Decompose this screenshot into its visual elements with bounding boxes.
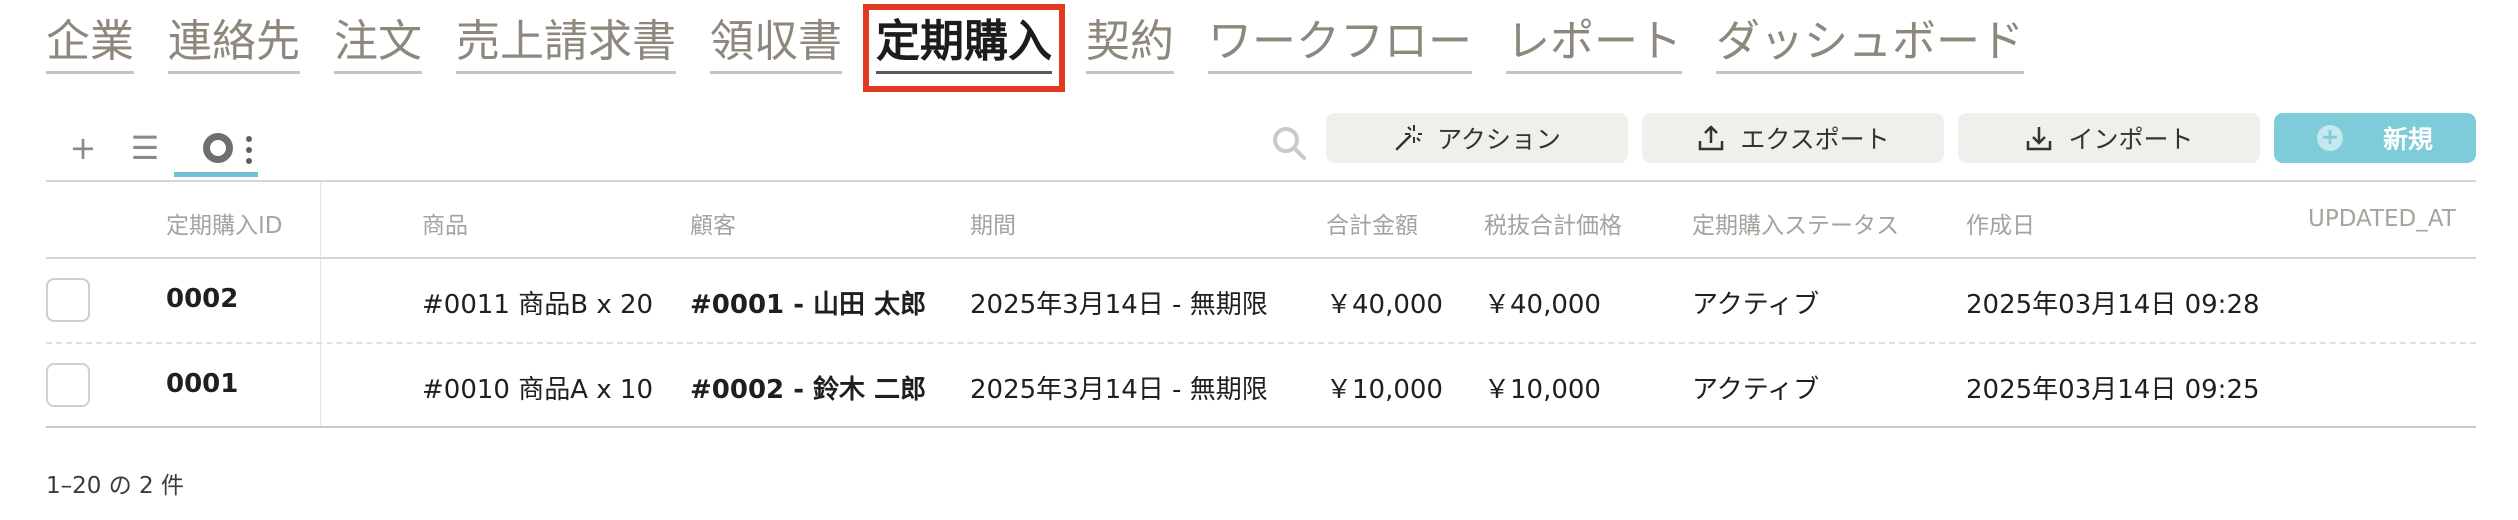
row-checkbox[interactable] <box>46 363 90 407</box>
cell-product: #0011 商品B x 20 <box>422 290 654 320</box>
active-view-underline <box>174 172 258 177</box>
cell-product: #0010 商品A x 10 <box>422 375 654 405</box>
nav-item-subscriptions-wrapper: 定期購入 <box>863 4 1065 92</box>
nav-item-workflows[interactable]: ワークフロー <box>1208 10 1472 74</box>
plus-icon: + <box>69 129 97 167</box>
pagination-count: 1–20 の 2 件 <box>46 473 184 499</box>
cell-created: 2025年03月14日 09:25 <box>1966 375 2260 405</box>
cell-total: ￥40,000 <box>1326 290 1443 320</box>
nav-item-invoices[interactable]: 売上請求書 <box>456 10 676 74</box>
cell-period: 2025年3月14日 - 無期限 <box>970 375 1268 405</box>
table-row[interactable]: 0002 #0011 商品B x 20 #0001 - 山田 太郎 2025年3… <box>46 260 2476 342</box>
column-header-updated-at[interactable]: UPDATED_AT <box>2308 206 2456 232</box>
circle-view-icon <box>203 133 233 163</box>
cell-customer[interactable]: #0001 - 山田 太郎 <box>690 284 926 321</box>
column-header-total[interactable]: 合計金額 <box>1326 206 1418 240</box>
default-view-tab[interactable] <box>176 118 260 178</box>
list-icon: ☰ <box>130 129 160 167</box>
column-header-status[interactable]: 定期購入ステータス <box>1692 206 1899 240</box>
search-icon <box>1273 127 1306 160</box>
export-button[interactable]: エクスポート <box>1642 113 1944 163</box>
nav-item-contracts[interactable]: 契約 <box>1086 10 1174 74</box>
new-button-label: 新規 <box>2382 125 2433 154</box>
cell-total-ex-tax: ￥10,000 <box>1484 375 1601 405</box>
row-divider <box>46 342 2476 344</box>
search-button[interactable] <box>1268 122 1312 166</box>
column-header-id[interactable]: 定期購入ID <box>166 206 283 240</box>
nav-item-reports[interactable]: レポート <box>1506 10 1682 74</box>
table-header-border <box>46 257 2476 259</box>
column-header-period[interactable]: 期間 <box>970 206 1016 240</box>
cell-status: アクティブ <box>1692 375 1820 405</box>
cell-id[interactable]: 0002 <box>166 284 238 314</box>
import-button[interactable]: インポート <box>1958 113 2260 163</box>
nav-item-companies[interactable]: 企業 <box>46 10 134 74</box>
table-bottom-border <box>46 426 2476 428</box>
row-checkbox[interactable] <box>46 278 90 322</box>
table-row[interactable]: 0001 #0010 商品A x 10 #0002 - 鈴木 二郎 2025年3… <box>46 345 2476 427</box>
main-nav: 企業 連絡先 注文 売上請求書 領収書 定期購入 契約 ワークフロー レポート … <box>46 4 2058 92</box>
nav-item-subscriptions[interactable]: 定期購入 <box>876 10 1052 74</box>
table-top-border <box>46 180 2476 182</box>
column-header-product[interactable]: 商品 <box>422 206 468 240</box>
cell-id[interactable]: 0001 <box>166 369 238 399</box>
list-view-button[interactable]: ☰ <box>114 118 176 178</box>
more-options-icon[interactable] <box>246 136 252 164</box>
column-header-total-ex-tax[interactable]: 税抜合計価格 <box>1484 206 1622 240</box>
add-view-button[interactable]: + <box>52 118 114 178</box>
new-button[interactable]: + 新規 <box>2274 113 2476 163</box>
action-button-label: アクション <box>1437 125 1561 154</box>
import-button-label: インポート <box>2068 125 2194 154</box>
cell-customer[interactable]: #0002 - 鈴木 二郎 <box>690 369 926 406</box>
action-button[interactable]: アクション <box>1326 113 1628 163</box>
upload-icon <box>1699 125 1724 151</box>
nav-item-contacts[interactable]: 連絡先 <box>168 10 300 74</box>
cell-total-ex-tax: ￥40,000 <box>1484 290 1601 320</box>
nav-item-receipts[interactable]: 領収書 <box>710 10 842 74</box>
view-tools: + ☰ <box>52 118 260 178</box>
cell-period: 2025年3月14日 - 無期限 <box>970 290 1268 320</box>
plus-circle-icon: + <box>2316 125 2343 151</box>
cell-total: ￥10,000 <box>1326 375 1443 405</box>
nav-item-dashboards[interactable]: ダッシュボード <box>1716 10 2024 74</box>
download-icon <box>2027 127 2052 151</box>
cell-status: アクティブ <box>1692 290 1820 320</box>
column-header-customer[interactable]: 顧客 <box>690 206 736 240</box>
nav-item-orders[interactable]: 注文 <box>334 10 422 74</box>
export-button-label: エクスポート <box>1740 125 1890 154</box>
cell-created: 2025年03月14日 09:28 <box>1966 290 2260 320</box>
column-header-created[interactable]: 作成日 <box>1966 206 2035 240</box>
magic-wand-icon <box>1395 125 1423 151</box>
